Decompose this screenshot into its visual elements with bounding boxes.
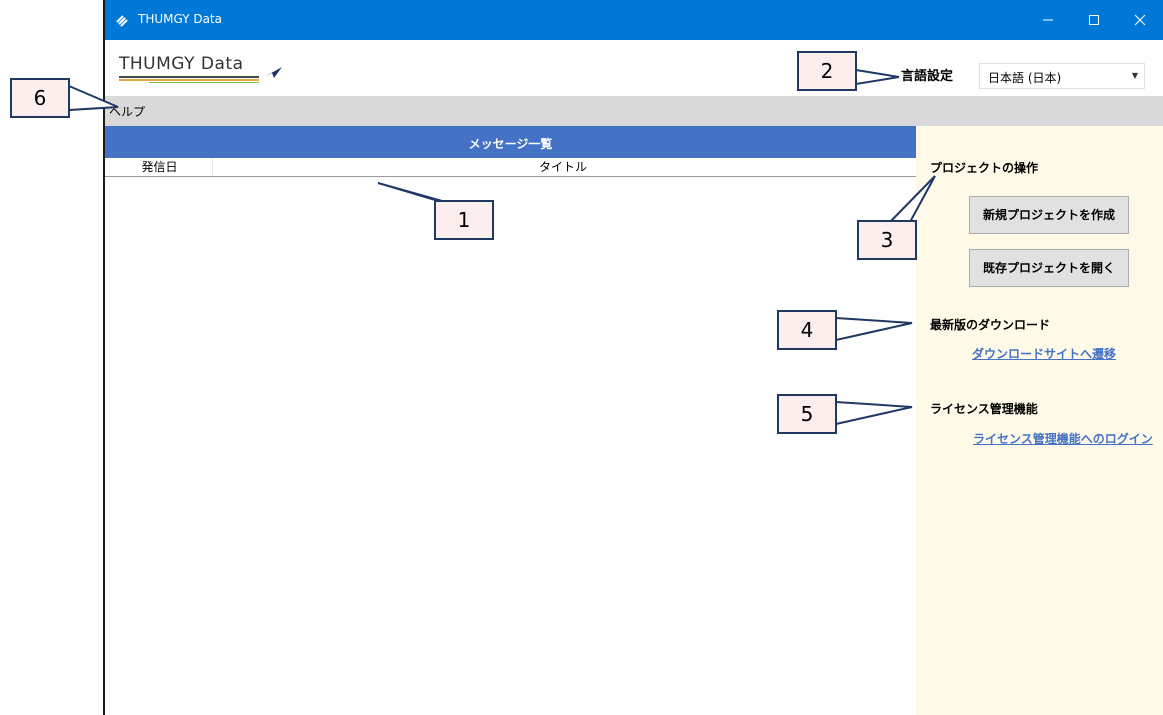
message-list-title: メッセージ一覧 bbox=[468, 137, 553, 151]
callout-6: 6 bbox=[10, 78, 70, 118]
download-site-link[interactable]: ダウンロードサイトへ遷移 bbox=[972, 345, 1116, 362]
dropdown-arrow-icon: ▼ bbox=[1131, 71, 1138, 80]
open-project-button[interactable]: 既存プロジェクトを開く bbox=[969, 249, 1129, 287]
callout-4: 4 bbox=[777, 310, 837, 350]
language-select[interactable]: 日本語 (日本) ▼ bbox=[979, 63, 1145, 89]
callout-3: 3 bbox=[857, 220, 917, 260]
title-bar[interactable]: THUMGY Data bbox=[105, 0, 1163, 40]
message-list-column-headers: 発信日 タイトル bbox=[105, 158, 916, 177]
maximize-button[interactable] bbox=[1071, 0, 1117, 40]
callout-1: 1 bbox=[434, 200, 494, 240]
window-title: THUMGY Data bbox=[138, 12, 222, 26]
app-window: THUMGY Data THUMGY Data 言語設定 日本語 (日本) ▼ … bbox=[103, 0, 1163, 715]
menu-help[interactable]: ヘルプ bbox=[109, 103, 145, 120]
side-panel: プロジェクトの操作 新規プロジェクトを作成 既存プロジェクトを開く 最新版のダウ… bbox=[916, 126, 1163, 715]
download-section-title: 最新版のダウンロード bbox=[930, 318, 1051, 332]
logo-arrow-icon bbox=[264, 67, 282, 78]
thumgy-logo: THUMGY Data bbox=[119, 54, 289, 83]
project-section-title: プロジェクトの操作 bbox=[930, 161, 1039, 175]
close-icon bbox=[1134, 14, 1146, 26]
language-label: 言語設定 bbox=[901, 69, 954, 84]
callout-2: 2 bbox=[797, 51, 857, 91]
menu-bar: ヘルプ bbox=[105, 96, 1163, 126]
app-icon bbox=[116, 15, 128, 27]
language-value: 日本語 (日本) bbox=[988, 71, 1062, 85]
logo-text: THUMGY Data bbox=[119, 54, 244, 74]
minimize-button[interactable] bbox=[1025, 0, 1071, 40]
license-section-title: ライセンス管理機能 bbox=[930, 402, 1038, 416]
close-button[interactable] bbox=[1117, 0, 1163, 40]
minimize-icon bbox=[1043, 19, 1053, 21]
new-project-button[interactable]: 新規プロジェクトを作成 bbox=[969, 196, 1129, 234]
maximize-icon bbox=[1089, 15, 1099, 25]
column-header-date[interactable]: 発信日 bbox=[107, 158, 213, 176]
license-login-link[interactable]: ライセンス管理機能へのログイン bbox=[973, 430, 1153, 447]
column-header-title[interactable]: タイトル bbox=[213, 158, 913, 176]
message-list-header: メッセージ一覧 bbox=[105, 126, 916, 158]
callout-5: 5 bbox=[777, 394, 837, 434]
app-header: THUMGY Data 言語設定 日本語 (日本) ▼ bbox=[105, 40, 1163, 96]
